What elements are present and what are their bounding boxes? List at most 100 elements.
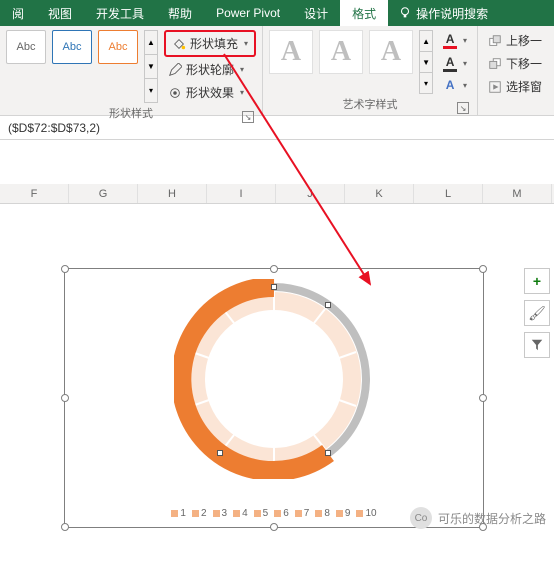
donut-chart[interactable] [174,279,374,479]
col-header[interactable]: L [414,184,483,203]
resize-handle[interactable] [61,523,69,531]
text-fill-icon: A [443,32,457,49]
col-header[interactable]: G [69,184,138,203]
col-header[interactable]: H [138,184,207,203]
tab-format[interactable]: 格式 [340,0,388,26]
tab-view[interactable]: 视图 [36,0,84,26]
legend-item: 1 [171,508,186,519]
shape-effects-button[interactable]: 形状效果 ▾ [164,82,256,103]
chevron-down-icon: ▼ [420,52,432,73]
tell-me-search[interactable]: 操作说明搜索 [388,0,498,26]
shape-fill-label: 形状填充 [190,35,238,52]
send-backward-label: 下移一 [506,55,542,72]
text-effects-icon: A [443,78,457,92]
chart-object[interactable]: 1 2 3 4 5 6 7 8 9 10 [64,268,484,528]
bring-forward-icon [488,34,502,48]
selection-pane-label: 选择窗 [506,78,542,95]
legend-item: 6 [274,508,289,519]
tab-developer[interactable]: 开发工具 [84,0,156,26]
group-shape-styles: Abc Abc Abc ▲ ▼ ▾ 形状填充 ▾ 形状轮廓 [0,26,263,115]
chevron-up-icon: ▲ [145,31,157,55]
chart-filters-button[interactable] [524,332,550,358]
effects-icon [168,86,182,100]
dropdown-icon: ▾ [420,73,432,93]
tab-design[interactable]: 设计 [292,0,340,26]
chevron-up-icon: ▲ [420,31,432,52]
resize-handle[interactable] [61,265,69,273]
bring-forward-button[interactable]: 上移一 [484,30,546,51]
watermark-logo: Co [410,507,432,529]
col-header[interactable]: K [345,184,414,203]
legend-item: 3 [213,508,228,519]
shape-effects-label: 形状效果 [186,84,234,101]
lightbulb-icon [398,6,412,20]
dropdown-icon: ▾ [240,65,244,74]
funnel-icon [530,338,544,352]
chevron-down-icon: ▼ [145,55,157,79]
chart-styles-button[interactable]: 🖌 [524,300,550,326]
shape-style-1[interactable]: Abc [6,30,46,64]
legend-item: 10 [356,508,376,519]
series-handle[interactable] [217,450,223,456]
pen-icon [168,63,182,77]
col-header[interactable]: F [0,184,69,203]
shape-style-gallery-more[interactable]: ▲ ▼ ▾ [144,30,158,103]
tell-me-label: 操作说明搜索 [416,5,488,22]
selection-pane-button[interactable]: 选择窗 [484,76,546,97]
dropdown-icon: ▾ [240,88,244,97]
chart-side-tools: + 🖌 [524,268,550,358]
watermark-text: 可乐的数据分析之路 [438,510,546,527]
series-handle[interactable] [325,302,331,308]
series-handle[interactable] [271,284,277,290]
wordart-style-3[interactable]: A [369,30,413,74]
dropdown-icon: ▾ [463,36,467,45]
donut-svg [174,279,374,479]
resize-handle[interactable] [61,394,69,402]
bring-forward-label: 上移一 [506,32,542,49]
ribbon-tabs: 阅 视图 开发工具 帮助 Power Pivot 设计 格式 操作说明搜索 [0,0,554,26]
legend-item: 8 [315,508,330,519]
text-effects-button[interactable]: A ▾ [439,76,471,94]
legend-item: 5 [254,508,269,519]
wordart-style-2[interactable]: A [319,30,363,74]
resize-handle[interactable] [479,394,487,402]
shape-outline-button[interactable]: 形状轮廓 ▾ [164,59,256,80]
legend-item: 9 [336,508,351,519]
col-header[interactable]: I [207,184,276,203]
text-fill-button[interactable]: A ▾ [439,30,471,51]
tab-review[interactable]: 阅 [0,0,36,26]
send-backward-icon [488,57,502,71]
chart-elements-button[interactable]: + [524,268,550,294]
wordart-style-1[interactable]: A [269,30,313,74]
group-wordart-styles: A A A ▲ ▼ ▾ A ▾ A ▾ A ▾ [263,26,478,115]
shape-style-2[interactable]: Abc [52,30,92,64]
dropdown-icon: ▾ [463,81,467,90]
group-label-shape-styles: 形状样式 ↘ [6,103,256,125]
dropdown-icon: ▾ [463,59,467,68]
shape-fill-button[interactable]: 形状填充 ▾ [168,33,252,54]
dropdown-icon: ▾ [145,79,157,102]
send-backward-button[interactable]: 下移一 [484,53,546,74]
col-header[interactable]: J [276,184,345,203]
shape-style-3[interactable]: Abc [98,30,138,64]
col-header[interactable]: M [483,184,552,203]
watermark: Co 可乐的数据分析之路 [410,507,546,529]
dialog-launcher-icon[interactable]: ↘ [242,111,254,123]
wordart-gallery-more[interactable]: ▲ ▼ ▾ [419,30,433,94]
ribbon-body: Abc Abc Abc ▲ ▼ ▾ 形状填充 ▾ 形状轮廓 [0,26,554,116]
resize-handle[interactable] [270,265,278,273]
legend-item: 2 [192,508,207,519]
text-outline-button[interactable]: A ▾ [439,53,471,74]
dropdown-icon: ▾ [244,39,248,48]
dialog-launcher-icon[interactable]: ↘ [457,102,469,114]
shape-outline-label: 形状轮廓 [186,61,234,78]
resize-handle[interactable] [479,265,487,273]
column-headers: F G H I J K L M [0,184,554,204]
series-handle[interactable] [325,450,331,456]
tab-help[interactable]: 帮助 [156,0,204,26]
resize-handle[interactable] [270,523,278,531]
legend-item: 7 [295,508,310,519]
tab-powerpivot[interactable]: Power Pivot [204,0,292,26]
highlight-annotation: 形状填充 ▾ [164,30,256,57]
legend-item: 4 [233,508,248,519]
